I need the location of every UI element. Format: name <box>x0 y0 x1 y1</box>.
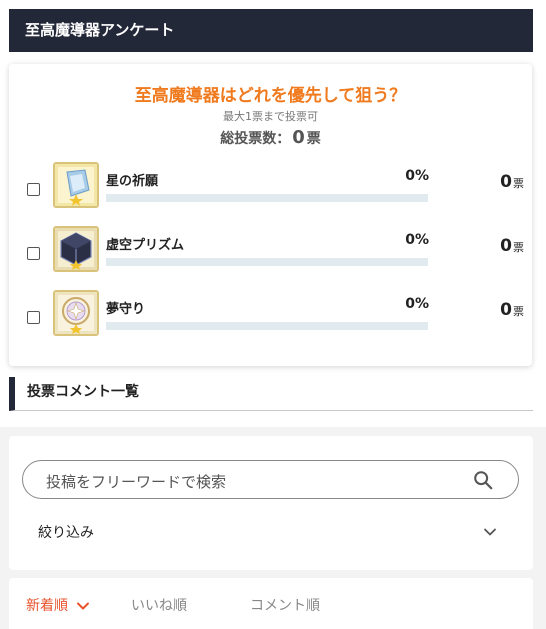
search-icon[interactable] <box>472 469 494 491</box>
sort-tab-label: 新着順 <box>26 598 68 614</box>
vote-unit: 票 <box>513 305 524 318</box>
option-checkbox[interactable] <box>27 247 40 260</box>
option-checkbox[interactable] <box>27 311 40 324</box>
vote-unit: 票 <box>513 177 524 190</box>
filter-toggle[interactable]: 絞り込み <box>38 522 94 542</box>
option-votes: 0票 <box>469 300 524 320</box>
poll-card: 至高魔導器はどれを優先して狙う？ 最大1票まで投票可 総投票数： 0 票 星の祈願 … <box>9 64 532 366</box>
option-name: 虚空プリズム <box>106 238 185 253</box>
option-checkbox[interactable] <box>27 183 40 196</box>
option-progress-bar <box>106 194 428 202</box>
option-progress-bar <box>106 322 428 330</box>
sort-tab-label: コメント順 <box>250 598 320 614</box>
search-card: 投稿をフリーワードで検索 絞り込み <box>9 436 533 570</box>
option-name: 星の祈願 <box>106 174 159 189</box>
sort-tab-label: いいね順 <box>131 598 187 614</box>
total-label: 総投票数： <box>220 131 291 147</box>
sort-tab-likes[interactable]: いいね順 <box>131 595 187 615</box>
option-votes: 0票 <box>469 236 524 256</box>
poll-option: 星の祈願 0% 0票 <box>9 162 532 212</box>
search-placeholder: 投稿をフリーワードで検索 <box>46 473 227 491</box>
page-header: 至高魔導器アンケート <box>9 9 533 52</box>
comments-section-title: 投票コメント一覧 <box>9 377 533 411</box>
sort-bar: 新着順 いいね順 コメント順 <box>9 578 533 629</box>
dream-guard-icon <box>53 290 99 336</box>
poll-option: 虚空プリズム 0% 0票 <box>9 226 532 276</box>
total-count: 0 <box>292 127 305 148</box>
option-percent: 0% <box>405 168 429 184</box>
total-unit: 票 <box>306 131 321 147</box>
sort-tab-comments[interactable]: コメント順 <box>250 595 320 615</box>
chevron-down-icon[interactable] <box>482 524 498 540</box>
option-percent: 0% <box>405 296 429 312</box>
poll-question: 至高魔導器はどれを優先して狙う？ <box>134 86 407 106</box>
page-title: 至高魔導器アンケート <box>25 21 175 39</box>
vote-count: 0 <box>500 300 512 320</box>
void-prism-icon <box>53 226 99 272</box>
chevron-down-icon <box>77 602 90 610</box>
vote-count: 0 <box>500 236 512 256</box>
poll-total: 総投票数： 0 票 <box>9 127 532 148</box>
poll-note: 最大1票まで投票可 <box>223 110 318 123</box>
sort-tab-newest[interactable]: 新着順 <box>26 595 90 615</box>
star-prayer-icon <box>53 162 99 208</box>
option-votes: 0票 <box>469 172 524 192</box>
vote-unit: 票 <box>513 241 524 254</box>
option-percent: 0% <box>405 232 429 248</box>
vote-count: 0 <box>500 172 512 192</box>
option-name: 夢守り <box>106 302 146 317</box>
option-progress-bar <box>106 258 428 266</box>
poll-option: 夢守り 0% 0票 <box>9 290 532 340</box>
search-input[interactable]: 投稿をフリーワードで検索 <box>22 460 519 499</box>
